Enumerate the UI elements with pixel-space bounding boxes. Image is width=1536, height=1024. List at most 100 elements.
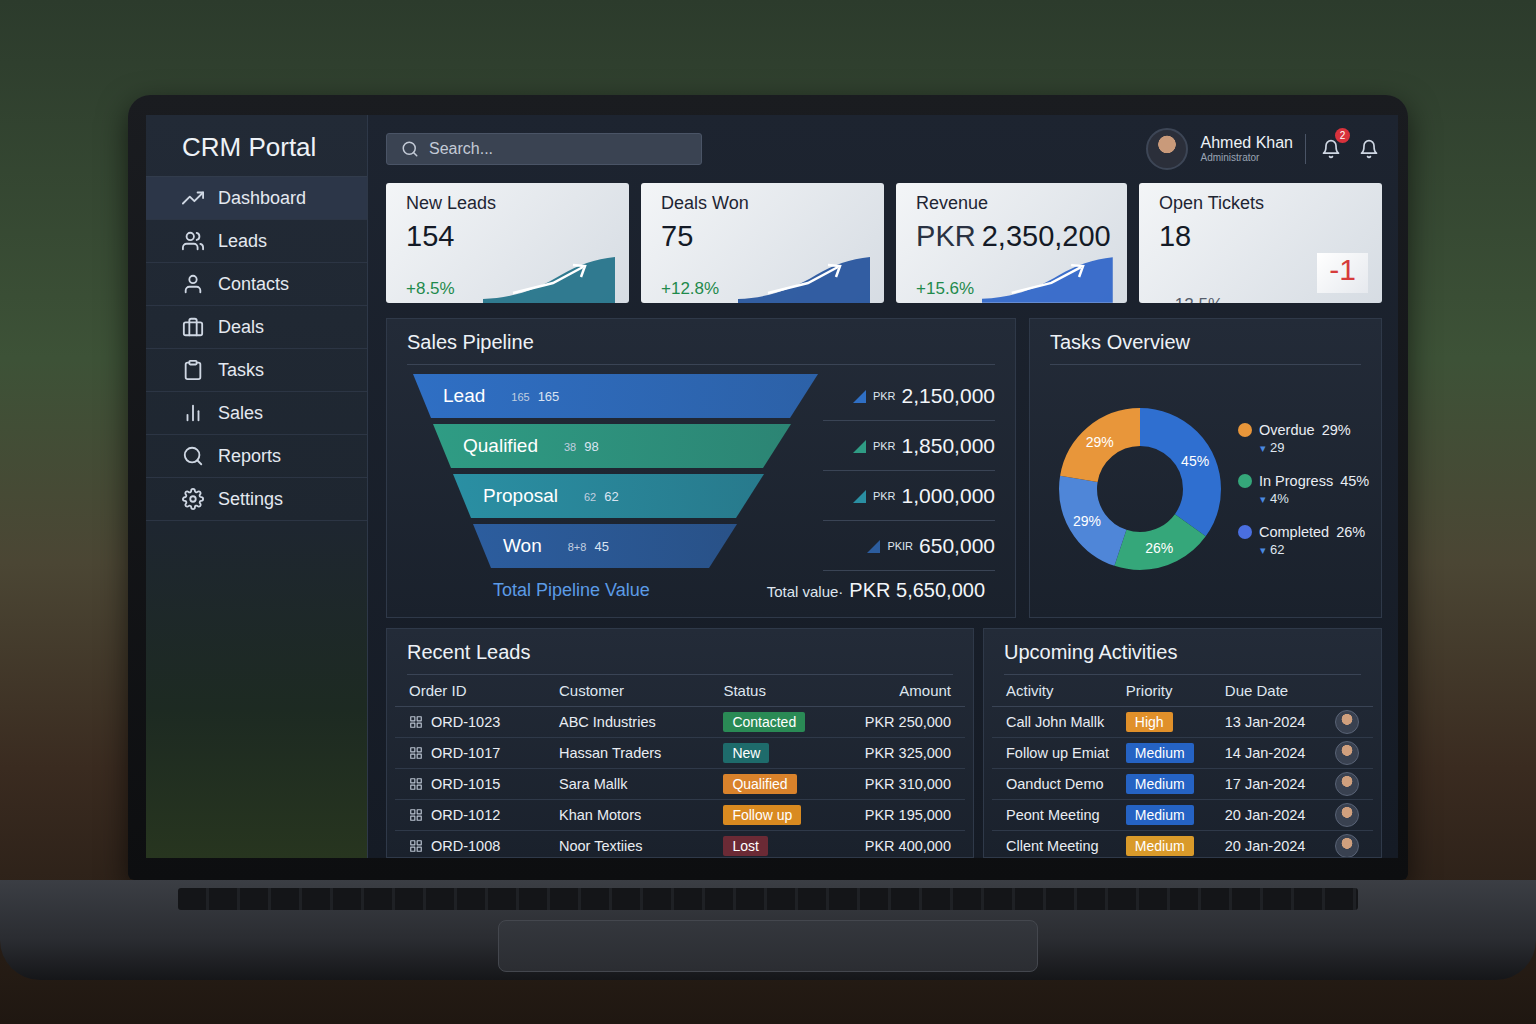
pipeline-stage[interactable]: Proposal6262PKR1,000,000 <box>413 471 995 521</box>
order-icon <box>409 839 423 853</box>
stat-delta: +8.5% <box>406 279 455 303</box>
stat-card[interactable]: New Leads154+8.5% <box>386 183 629 303</box>
notification-button[interactable]: 2 <box>1318 136 1344 162</box>
sidebar-item[interactable]: Settings <box>146 478 367 521</box>
table-cell: Status <box>723 682 849 699</box>
table-cell: High <box>1126 712 1225 732</box>
user-avatar[interactable] <box>1146 128 1188 170</box>
stage-amount: 1,000,000 <box>902 484 995 508</box>
status-pill: New <box>723 743 769 763</box>
stat-delta: +15.6% <box>916 279 974 303</box>
order-icon <box>409 808 423 822</box>
bottom-row: Recent LeadsOrder IDCustomerStatusAmount… <box>386 628 1382 858</box>
sidebar-item[interactable]: Sales <box>146 392 367 435</box>
legend-item[interactable]: Overdue29%▾29 <box>1238 422 1369 455</box>
stat-card[interactable]: Open Tickets18▲12.5%-1 <box>1139 183 1382 303</box>
table-row[interactable]: ORD-1023ABC IndustriesContactedPKR 250,0… <box>395 707 965 738</box>
divider <box>1305 134 1306 164</box>
table-cell: ORD-1015 <box>409 776 559 792</box>
stage-currency: PKIR <box>887 540 913 552</box>
stage-value: PKIR650,000 <box>823 521 995 571</box>
sidebar: CRM PortalDashboardLeadsContactsDealsTas… <box>146 115 368 858</box>
funnel-track: Proposal6262 <box>413 474 823 518</box>
stat-bottom: +15.6% <box>916 253 1113 303</box>
stat-card[interactable]: RevenuePKR2,350,200+15.6% <box>896 183 1127 303</box>
donut-segment[interactable] <box>1078 427 1202 551</box>
legend-name: In Progress <box>1259 473 1333 489</box>
stage-count-small: 38 <box>564 441 576 453</box>
sidebar-label: Dashboard <box>218 188 306 209</box>
donut-label: 45% <box>1181 453 1209 469</box>
search-icon <box>401 140 419 158</box>
briefcase-icon <box>182 316 204 338</box>
table-row[interactable]: ORD-1012Khan MotorsFollow upPKR 195,000 <box>395 800 965 831</box>
donut-segment[interactable] <box>1078 427 1202 551</box>
legend-item[interactable]: In Progress45%▾4% <box>1238 473 1369 506</box>
table-cell: PKR 310,000 <box>850 776 951 792</box>
status-pill: Medium <box>1126 805 1194 825</box>
donut-segment[interactable] <box>1078 427 1202 551</box>
table-cell: PKR 325,000 <box>850 745 951 761</box>
sidebar-item[interactable]: Deals <box>146 306 367 349</box>
users-icon <box>182 230 204 252</box>
table-row[interactable]: Cllent MeetingMedium20 Jan-2024 <box>992 831 1373 858</box>
table-row[interactable]: Follow up EmiatMedium14 Jan-2024 <box>992 738 1373 769</box>
notification-button[interactable] <box>1356 136 1382 162</box>
sidebar-item[interactable]: Dashboard <box>146 177 367 220</box>
legend-item[interactable]: Completed26%▾62 <box>1238 524 1369 557</box>
legend-head: Overdue29% <box>1238 422 1369 438</box>
search-field[interactable]: Search... <box>386 133 702 165</box>
table-row[interactable]: Call John MallkHigh13 Jan-2024 <box>992 707 1373 738</box>
legend-name: Completed <box>1259 524 1329 540</box>
assignee-avatar[interactable] <box>1335 710 1359 734</box>
stat-card[interactable]: Deals Won75+12.8% <box>641 183 884 303</box>
middle-row: Sales Pipeline Lead165165PKR2,150,000 Qual… <box>386 318 1382 618</box>
trend-chart-icon <box>982 253 1113 303</box>
notification-badge: 2 <box>1335 128 1350 143</box>
table-cell: 20 Jan-2024 <box>1225 838 1329 854</box>
table-row[interactable]: ORD-1015Sara MallkQualifiedPKR 310,000 <box>395 769 965 800</box>
sidebar-item[interactable]: Tasks <box>146 349 367 392</box>
search-placeholder: Search... <box>429 140 493 158</box>
magnifier-icon <box>182 445 204 467</box>
currency: PKR <box>916 220 976 252</box>
pipeline-total: Total value·PKR 5,650,000 <box>767 579 985 602</box>
table-row[interactable]: ORD-1008Noor TextiiesLostPKR 400,000 <box>395 831 965 858</box>
table-cell: Call John Mallk <box>1006 714 1126 730</box>
sidebar-label: Contacts <box>218 274 289 295</box>
pipeline-stage[interactable]: Lead165165PKR2,150,000 <box>413 371 995 421</box>
panel-title: Sales Pipeline <box>407 319 995 365</box>
stage-name: Lead <box>443 385 485 407</box>
contact-icon <box>182 273 204 295</box>
sidebar-item[interactable]: Reports <box>146 435 367 478</box>
status-pill: Contacted <box>723 712 805 732</box>
stage-triangle-icon <box>851 488 867 504</box>
sidebar-item[interactable]: Leads <box>146 220 367 263</box>
stage-name: Qualified <box>463 435 538 457</box>
table-header: Order IDCustomerStatusAmount <box>395 675 965 707</box>
assignee-avatar[interactable] <box>1335 772 1359 796</box>
table-cell: Follow up Emiat <box>1006 745 1126 761</box>
table-cell: PKR 195,000 <box>850 807 951 823</box>
sidebar-item[interactable]: Contacts <box>146 263 367 306</box>
table-cell: New <box>723 743 849 763</box>
pipeline-stage[interactable]: Qualified3898PKR1,850,000 <box>413 421 995 471</box>
table-header: ActivityPriorityDue Date <box>992 675 1373 707</box>
stat-bottom: +12.8% <box>661 253 870 303</box>
status-pill: Medium <box>1126 836 1194 856</box>
donut-segment[interactable] <box>1078 427 1202 551</box>
table-row[interactable]: Peont MeetingMedium20 Jan-2024 <box>992 800 1373 831</box>
table-cell: 13 Jan-2024 <box>1225 714 1329 730</box>
stat-cards: New Leads154+8.5%Deals Won75+12.8%Revenu… <box>386 183 1382 303</box>
pipeline-stage[interactable]: Won8+845PKIR650,000 <box>413 521 995 571</box>
legend-name: Overdue <box>1259 422 1315 438</box>
table-row[interactable]: ORD-1017Hassan TradersNewPKR 325,000 <box>395 738 965 769</box>
stat-delta: +12.8% <box>661 279 719 303</box>
assignee-avatar[interactable] <box>1335 834 1359 858</box>
assignee-avatar[interactable] <box>1335 803 1359 827</box>
assignee-avatar[interactable] <box>1335 741 1359 765</box>
table-row[interactable]: Oanduct DemoMedium17 Jan-2024 <box>992 769 1373 800</box>
stat-value: 18 <box>1159 220 1368 253</box>
table-cell: 14 Jan-2024 <box>1225 745 1329 761</box>
legend-sub-icon: ▾ <box>1260 544 1266 556</box>
